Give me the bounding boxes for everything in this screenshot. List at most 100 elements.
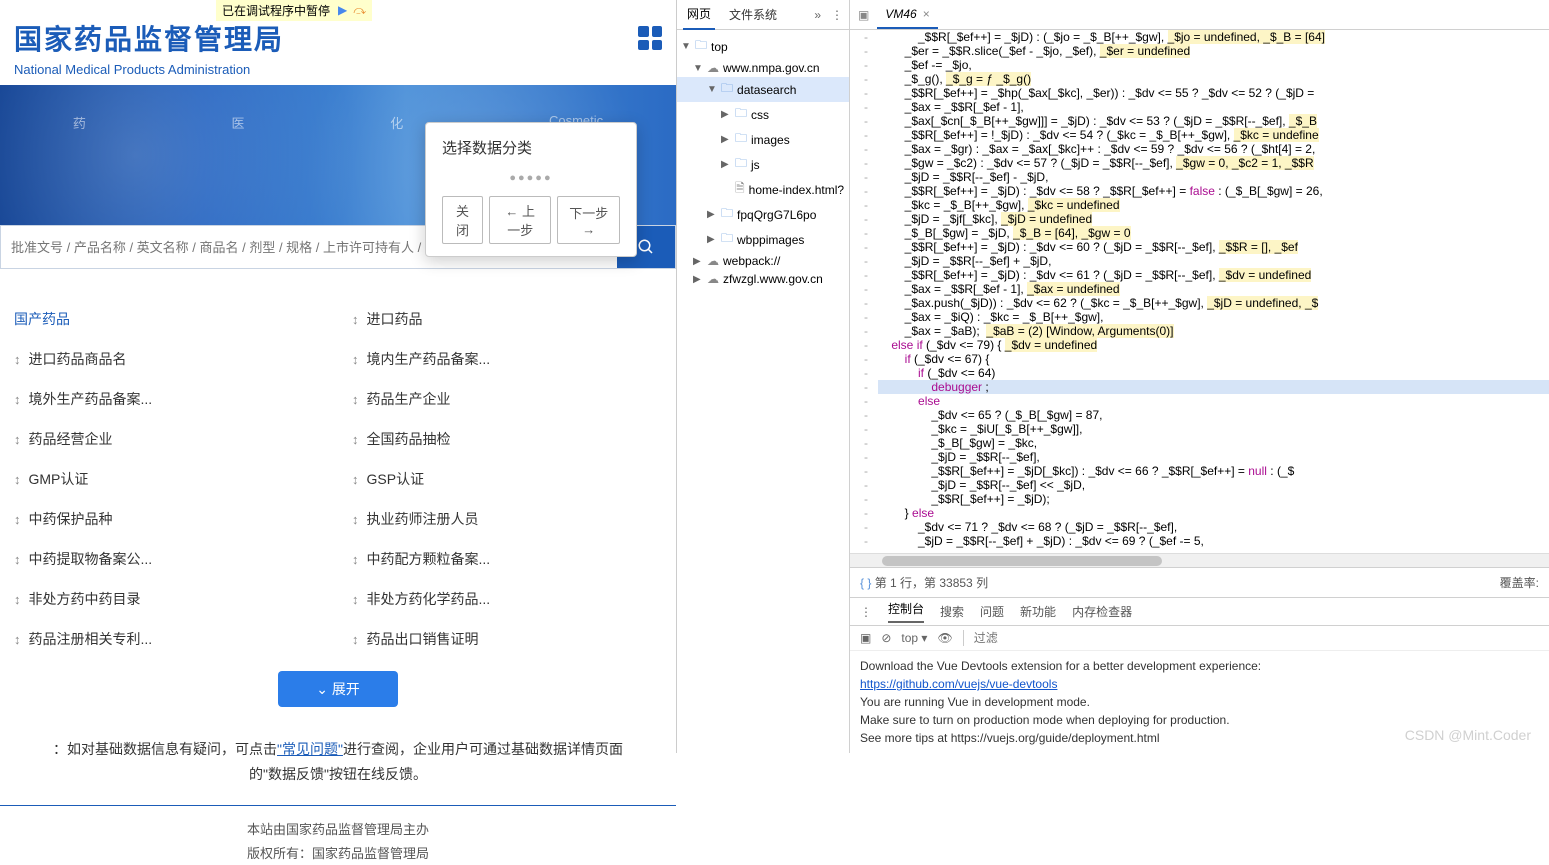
console-filter-input[interactable] <box>974 631 1539 645</box>
category-label: 药品出口销售证明 <box>367 629 479 649</box>
sort-icon: ↕ <box>352 512 359 527</box>
tree-item[interactable]: ▶☁webpack:// <box>677 252 849 270</box>
tree-item[interactable]: ▶🗀css <box>677 102 849 127</box>
category-item[interactable]: ↕ 中药配方颗粒备案... <box>338 539 676 579</box>
category-label: 非处方药化学药品... <box>367 589 491 609</box>
category-item[interactable]: ↕中药提取物备案公... <box>0 539 338 579</box>
category-item[interactable]: ↕ 药品经营企业 <box>0 419 338 459</box>
code-editor[interactable]: ------------------------------------- _$… <box>850 30 1549 553</box>
source-editor: ▣ VM46 × -------------------------------… <box>850 0 1549 753</box>
tree-label: home-index.html? <box>749 183 844 197</box>
webpage-panel: 已在调试程序中暂停 ▶ ⤼ 国家药品监督管理局 National Medical… <box>0 0 676 753</box>
context-selector[interactable]: top ▾ <box>901 631 927 645</box>
category-item[interactable]: ↕ 执业药师注册人员 <box>338 499 676 539</box>
console-tab[interactable]: 问题 <box>980 603 1004 620</box>
category-item[interactable]: ↕境内生产药品备案... <box>338 339 676 379</box>
category-label: 境外生产药品备案... <box>29 389 153 409</box>
faq-link[interactable]: "常见问题" <box>277 741 343 757</box>
console-link[interactable]: https://github.com/vuejs/vue-devtools <box>860 677 1057 691</box>
category-item[interactable]: ↕GSP认证 <box>338 459 676 499</box>
category-item[interactable]: ↕非处方药中药目录 <box>0 579 338 619</box>
category-item[interactable]: 国产药品 <box>0 299 338 339</box>
tree-label: datasearch <box>737 83 796 97</box>
tree-item[interactable]: 🗎 home-index.html? <box>677 177 849 202</box>
category-label: 执业药师注册人员 <box>367 509 479 529</box>
category-modal: 选择数据分类 ●●●●● 关闭 ← 上一步 下一步 → <box>425 122 637 257</box>
cloud-icon: ☁ <box>707 61 719 75</box>
tree-item[interactable]: ▶🗀fpqQrgG7L6po <box>677 202 849 227</box>
cloud-icon: ☁ <box>707 254 719 268</box>
chevron-right-icon[interactable]: » <box>814 8 821 22</box>
search-icon <box>637 238 655 256</box>
apps-grid-icon[interactable] <box>638 26 662 50</box>
category-label: 药品经营企业 <box>29 429 113 449</box>
category-item[interactable]: ↕全国药品抽检 <box>338 419 676 459</box>
modal-close-button[interactable]: 关闭 <box>442 196 483 244</box>
sort-icon: ↕ <box>352 472 359 487</box>
banner-tab[interactable]: 药 <box>73 113 86 132</box>
category-item[interactable]: ↕中药保护品种 <box>0 499 338 539</box>
sort-icon: ↕ <box>352 432 359 447</box>
sort-icon: ↕ <box>352 312 359 327</box>
live-expression-icon[interactable]: 👁 <box>937 631 952 645</box>
category-label: GMP认证 <box>29 469 89 489</box>
resume-icon[interactable]: ▶ <box>338 3 347 18</box>
folder-icon: 🗀 <box>695 36 707 57</box>
tab-filesystem[interactable]: 文件系统 <box>725 0 781 29</box>
sort-icon: ↕ <box>352 352 359 367</box>
modal-next-button[interactable]: 下一步 → <box>557 196 620 244</box>
tree-label: css <box>751 108 769 122</box>
category-label: 中药配方颗粒备案... <box>367 549 491 569</box>
category-item[interactable]: ↕境外生产药品备案... <box>0 379 338 419</box>
folder-icon: 🗀 <box>721 204 733 225</box>
category-item[interactable]: ↕药品出口销售证明 <box>338 619 676 659</box>
close-tab-icon[interactable]: × <box>923 7 930 21</box>
clear-console-icon[interactable]: ⊘ <box>881 631 891 645</box>
navigator-tabs: 网页 文件系统 » ⋮ <box>677 0 849 30</box>
devtools-panel: 网页 文件系统 » ⋮ ▼🗀top▼☁www.nmpa.gov.cn▼🗀data… <box>676 0 1549 753</box>
pretty-print-icon[interactable]: { } 第 1 行，第 33853 列 <box>860 574 988 591</box>
loading-dots-icon: ●●●●● <box>442 172 620 184</box>
category-item[interactable]: ↕ 进口药品 <box>338 299 676 339</box>
console-tab[interactable]: 控制台 <box>888 600 924 623</box>
expand-button[interactable]: ⌄ 展开 <box>278 671 398 707</box>
debug-paused-text: 已在调试程序中暂停 <box>222 2 330 19</box>
category-item[interactable]: ↕GMP认证 <box>0 459 338 499</box>
category-item[interactable]: ↕药品生产企业 <box>338 379 676 419</box>
kebab-menu-icon[interactable]: ⋮ <box>831 8 843 22</box>
category-item[interactable]: ↕药品注册相关专利... <box>0 619 338 659</box>
category-item[interactable]: ↕非处方药化学药品... <box>338 579 676 619</box>
file-tab-vm46[interactable]: VM46 × <box>877 1 937 29</box>
tree-item[interactable]: ▶🗀wbppimages <box>677 227 849 252</box>
editor-status-bar: { } 第 1 行，第 33853 列 覆盖率: <box>850 567 1549 597</box>
tree-label: js <box>751 158 760 172</box>
banner-tab[interactable]: 医 <box>232 113 245 132</box>
step-icon[interactable]: ⤼ <box>353 3 366 18</box>
console-tab[interactable]: 新功能 <box>1020 603 1056 620</box>
file-icon: 🗎 <box>735 179 745 200</box>
folder-icon: 🗀 <box>721 229 733 250</box>
tree-label: fpqQrgG7L6po <box>737 208 816 222</box>
console-tab[interactable]: 搜索 <box>940 603 964 620</box>
tree-item[interactable]: ▼🗀datasearch <box>677 77 849 102</box>
tree-item[interactable]: ▶🗀images <box>677 127 849 152</box>
sort-icon: ↕ <box>352 552 359 567</box>
drawer-menu-icon[interactable]: ⋮ <box>860 605 872 619</box>
category-item[interactable]: ↕进口药品商品名 <box>0 339 338 379</box>
tree-item[interactable]: ▼☁www.nmpa.gov.cn <box>677 59 849 77</box>
modal-prev-button[interactable]: ← 上一步 <box>489 196 552 244</box>
category-label: 进口药品 <box>367 309 423 329</box>
banner-tab[interactable]: 化 <box>390 113 403 132</box>
horizontal-scrollbar[interactable] <box>850 553 1549 567</box>
tree-item[interactable]: ▶☁zfwzgl.www.gov.cn <box>677 270 849 288</box>
sort-icon: ↕ <box>14 432 21 447</box>
sort-icon: ↕ <box>14 632 21 647</box>
tree-label: zfwzgl.www.gov.cn <box>723 272 823 286</box>
tree-item[interactable]: ▶🗀js <box>677 152 849 177</box>
console-sidebar-icon[interactable]: ▣ <box>860 631 871 645</box>
tree-item[interactable]: ▼🗀top <box>677 34 849 59</box>
page-footer: 本站由国家药品监督管理局主办 版权所有：国家药品监督管理局 <box>0 805 676 865</box>
console-tab[interactable]: 内存检查器 <box>1072 603 1132 620</box>
tab-page[interactable]: 网页 <box>683 0 715 30</box>
folder-icon: 🗀 <box>735 154 747 175</box>
